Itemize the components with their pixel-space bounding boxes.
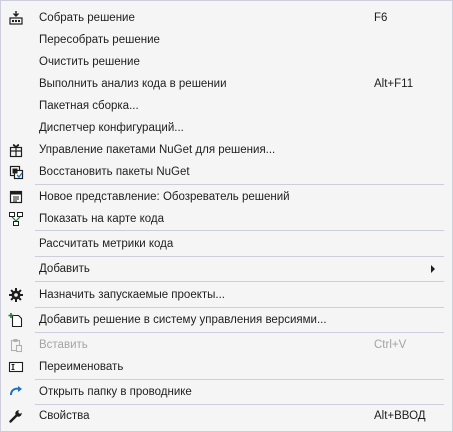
rename-icon [8,359,24,375]
menu-item-shortcut: Alt+ВВОД [374,410,426,422]
menu-item-label: Диспетчер конфигураций... [39,122,184,134]
menu-separator [35,230,444,231]
menu-item-build-solution[interactable]: Собрать решение F6 [1,7,452,29]
menu-item-label: Выполнить анализ кода в решении [39,78,227,90]
menu-item-show-on-code-map[interactable]: Показать на карте кода [1,208,452,230]
submenu-arrow-icon [431,265,435,273]
menu-item-add-to-source-control[interactable]: Добавить решение в систему управления ве… [1,309,452,331]
menu-item-add-submenu[interactable]: Добавить [1,258,452,280]
restore-packages-icon [8,164,24,180]
menu-item-shortcut: Ctrl+V [374,339,407,351]
menu-item-properties[interactable]: Свойства Alt+ВВОД [1,405,452,427]
menu-item-shortcut: F6 [374,12,388,24]
menu-item-restore-nuget[interactable]: Восстановить пакеты NuGet [1,161,452,183]
menu-separator [35,307,444,308]
menu-item-label: Управление пакетами NuGet для решения... [39,144,276,156]
menu-item-label: Свойства [39,410,90,422]
menu-item-label: Пакетная сборка... [39,100,139,112]
menu-item-label: Пересобрать решение [39,34,160,46]
menu-item-label: Добавить [39,263,90,275]
code-map-icon [8,211,24,227]
menu-item-rename[interactable]: Переименовать [1,356,452,378]
menu-item-label: Очистить решение [39,56,140,68]
nuget-package-icon [8,142,24,158]
menu-item-label: Открыть папку в проводнике [39,386,192,398]
menu-separator [35,379,444,380]
menu-item-label: Собрать решение [39,12,135,24]
menu-item-label: Показать на карте кода [39,213,164,225]
menu-separator [35,332,444,333]
menu-item-label: Вставить [39,339,88,351]
menu-item-label: Восстановить пакеты NuGet [39,166,190,178]
menu-item-configuration-manager[interactable]: Диспетчер конфигураций... [1,117,452,139]
menu-item-set-startup-projects[interactable]: Назначить запускаемые проекты... [1,284,452,306]
add-source-control-icon [8,312,24,328]
menu-item-paste[interactable]: Вставить Ctrl+V [1,334,452,356]
menu-separator [35,281,444,282]
menu-item-run-code-analysis[interactable]: Выполнить анализ кода в решении Alt+F11 [1,73,452,95]
new-view-icon [8,189,24,205]
context-menu: Собрать решение F6 Пересобрать решение О… [0,0,453,432]
menu-separator [35,256,444,257]
wrench-icon [8,408,24,424]
gear-icon [8,287,24,303]
menu-item-calculate-code-metrics[interactable]: Рассчитать метрики кода [1,233,452,255]
menu-item-label: Новое представление: Обозреватель решени… [39,191,290,203]
build-solution-icon [8,10,24,26]
menu-item-label: Добавить решение в систему управления ве… [39,314,327,326]
paste-icon [8,337,24,353]
menu-item-manage-nuget[interactable]: Управление пакетами NuGet для решения... [1,139,452,161]
menu-item-clean-solution[interactable]: Очистить решение [1,51,452,73]
menu-item-label: Назначить запускаемые проекты... [39,289,226,301]
open-folder-arrow-icon [8,384,24,400]
menu-item-label: Рассчитать метрики кода [39,238,174,250]
menu-item-batch-build[interactable]: Пакетная сборка... [1,95,452,117]
menu-item-rebuild-solution[interactable]: Пересобрать решение [1,29,452,51]
menu-item-shortcut: Alt+F11 [374,78,414,90]
menu-separator [35,184,444,185]
menu-item-open-folder-in-explorer[interactable]: Открыть папку в проводнике [1,381,452,403]
menu-item-new-solution-explorer-view[interactable]: Новое представление: Обозреватель решени… [1,186,452,208]
menu-item-label: Переименовать [39,361,124,373]
